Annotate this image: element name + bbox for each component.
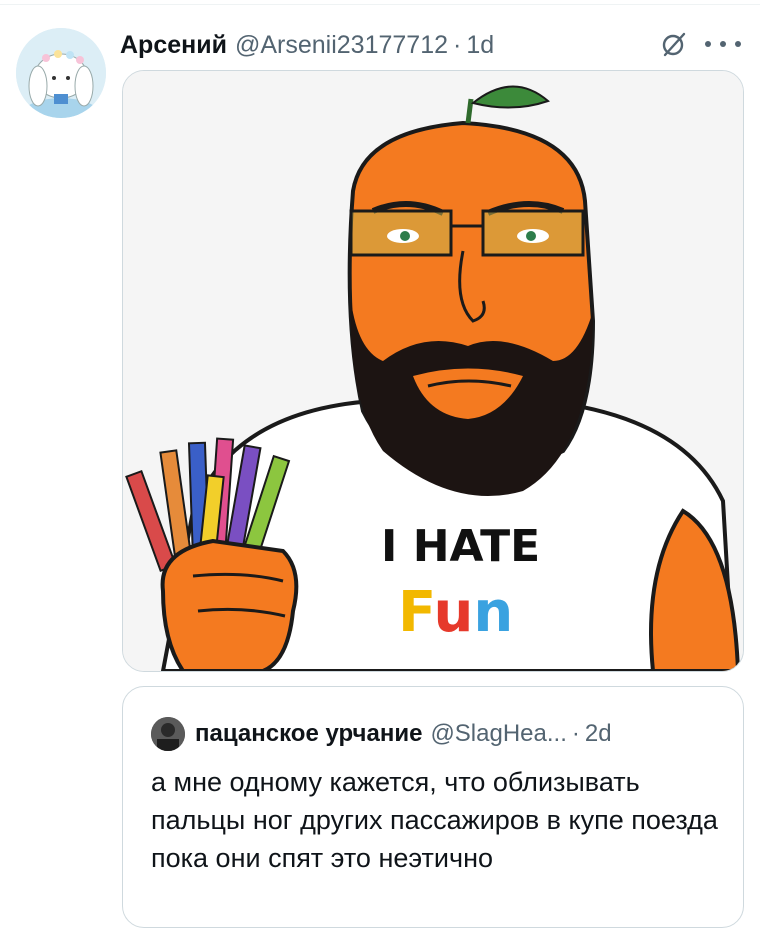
quoted-tweet-text: а мне одному кажется, что облизывать пал… [151, 767, 718, 873]
author-avatar[interactable] [16, 28, 106, 118]
quoted-tweet-header: пацанское урчание @SlagHea... · 2d [195, 717, 612, 751]
quoted-author-handle[interactable]: @SlagHea... [430, 720, 566, 748]
quoted-tweet-time[interactable]: 2d [585, 720, 612, 748]
tweet-media-image[interactable]: I HATE Fun [122, 70, 744, 672]
header-separator: · [453, 30, 462, 59]
tweet-header: Арсений @Arsenii23177712 · 1d [120, 27, 494, 63]
quoted-author-avatar[interactable] [151, 717, 185, 751]
shirt-text-line2: Fun [398, 580, 513, 645]
top-divider [0, 4, 760, 5]
meme-illustration: I HATE Fun [123, 71, 743, 671]
grok-icon[interactable] [660, 30, 688, 58]
shirt-text-line1: I HATE [381, 521, 540, 572]
more-horizontal-icon[interactable] [705, 30, 741, 58]
author-handle[interactable]: @Arsenii23177712 [235, 31, 448, 60]
author-name[interactable]: Арсений [120, 31, 227, 60]
quoted-tweet[interactable]: пацанское урчание @SlagHea... · 2d а мне… [122, 686, 744, 928]
quoted-author-name[interactable]: пацанское урчание [195, 720, 422, 748]
quoted-header-separator: · [571, 720, 580, 747]
avatar-image [16, 28, 106, 118]
tweet-time[interactable]: 1d [466, 31, 494, 60]
